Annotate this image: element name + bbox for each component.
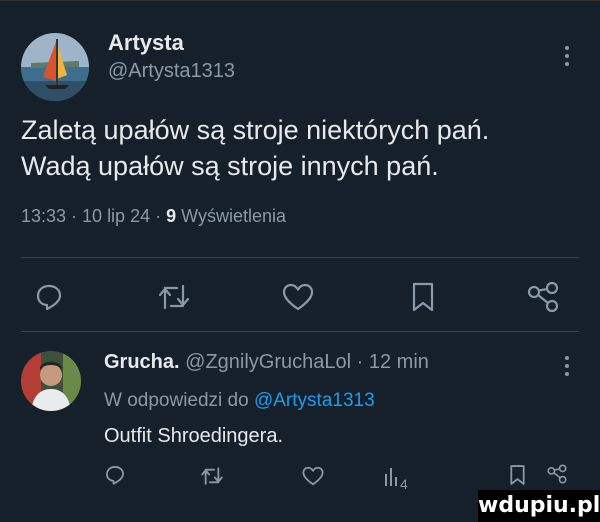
author-name[interactable]: Artysta <box>108 30 184 56</box>
reply-reply-icon[interactable] <box>104 464 126 486</box>
more-options-icon[interactable] <box>565 46 569 66</box>
reply-like-icon[interactable] <box>302 466 324 486</box>
like-icon[interactable] <box>282 283 314 311</box>
reply-icon[interactable] <box>34 282 64 312</box>
divider-top <box>21 257 579 258</box>
reply-retweet-icon[interactable] <box>200 465 224 487</box>
avatar-image <box>21 33 89 101</box>
share-icon[interactable] <box>526 281 560 313</box>
reply-views-count: 4 <box>400 476 408 492</box>
retweet-icon[interactable] <box>157 282 191 312</box>
reply-context-link[interactable]: @Artysta1313 <box>254 390 375 411</box>
reply-timestamp[interactable]: · 12 min <box>351 351 429 373</box>
divider-bottom <box>21 331 579 332</box>
reply-share-icon[interactable] <box>546 464 568 484</box>
reply-header: Grucha. @ZgnilyGruchaLol · 12 min <box>104 351 429 374</box>
reply-bookmark-icon[interactable] <box>509 464 526 486</box>
reply-context-prefix: W odpowiedzi do <box>104 390 254 411</box>
reply-views-icon[interactable] <box>384 466 398 486</box>
views-label: Wyświetlenia <box>176 206 286 226</box>
tweet-text-line-2: Wadą upałów są stroje innych pań. <box>21 151 439 181</box>
watermark: wdupiu.pl <box>478 490 600 522</box>
tweet-text: Zaletą upałów są stroje niektórych pań. … <box>21 112 581 184</box>
bookmark-icon[interactable] <box>411 281 435 313</box>
tweet-text-line-1: Zaletą upałów są stroje niektórych pań. <box>21 115 490 145</box>
author-avatar[interactable] <box>21 33 89 101</box>
reply-author-avatar[interactable] <box>21 351 81 411</box>
reply-context: W odpowiedzi do @Artysta1313 <box>104 390 375 412</box>
reply-more-options-icon[interactable] <box>565 356 569 376</box>
views-count: 9 <box>166 206 177 226</box>
author-handle[interactable]: @Artysta1313 <box>108 60 235 83</box>
reply-author-handle[interactable]: @ZgnilyGruchaLol <box>185 351 351 373</box>
top-divider <box>0 0 600 1</box>
tweet-timestamp[interactable]: 13:33 · 10 lip 24 · <box>21 206 166 226</box>
reply-avatar-image <box>21 351 81 411</box>
reply-text: Outfit Shroedingera. <box>104 425 283 447</box>
reply-author-name[interactable]: Grucha. <box>104 351 180 373</box>
tweet-meta: 13:33 · 10 lip 24 · 9 Wyświetlenia <box>21 206 286 227</box>
